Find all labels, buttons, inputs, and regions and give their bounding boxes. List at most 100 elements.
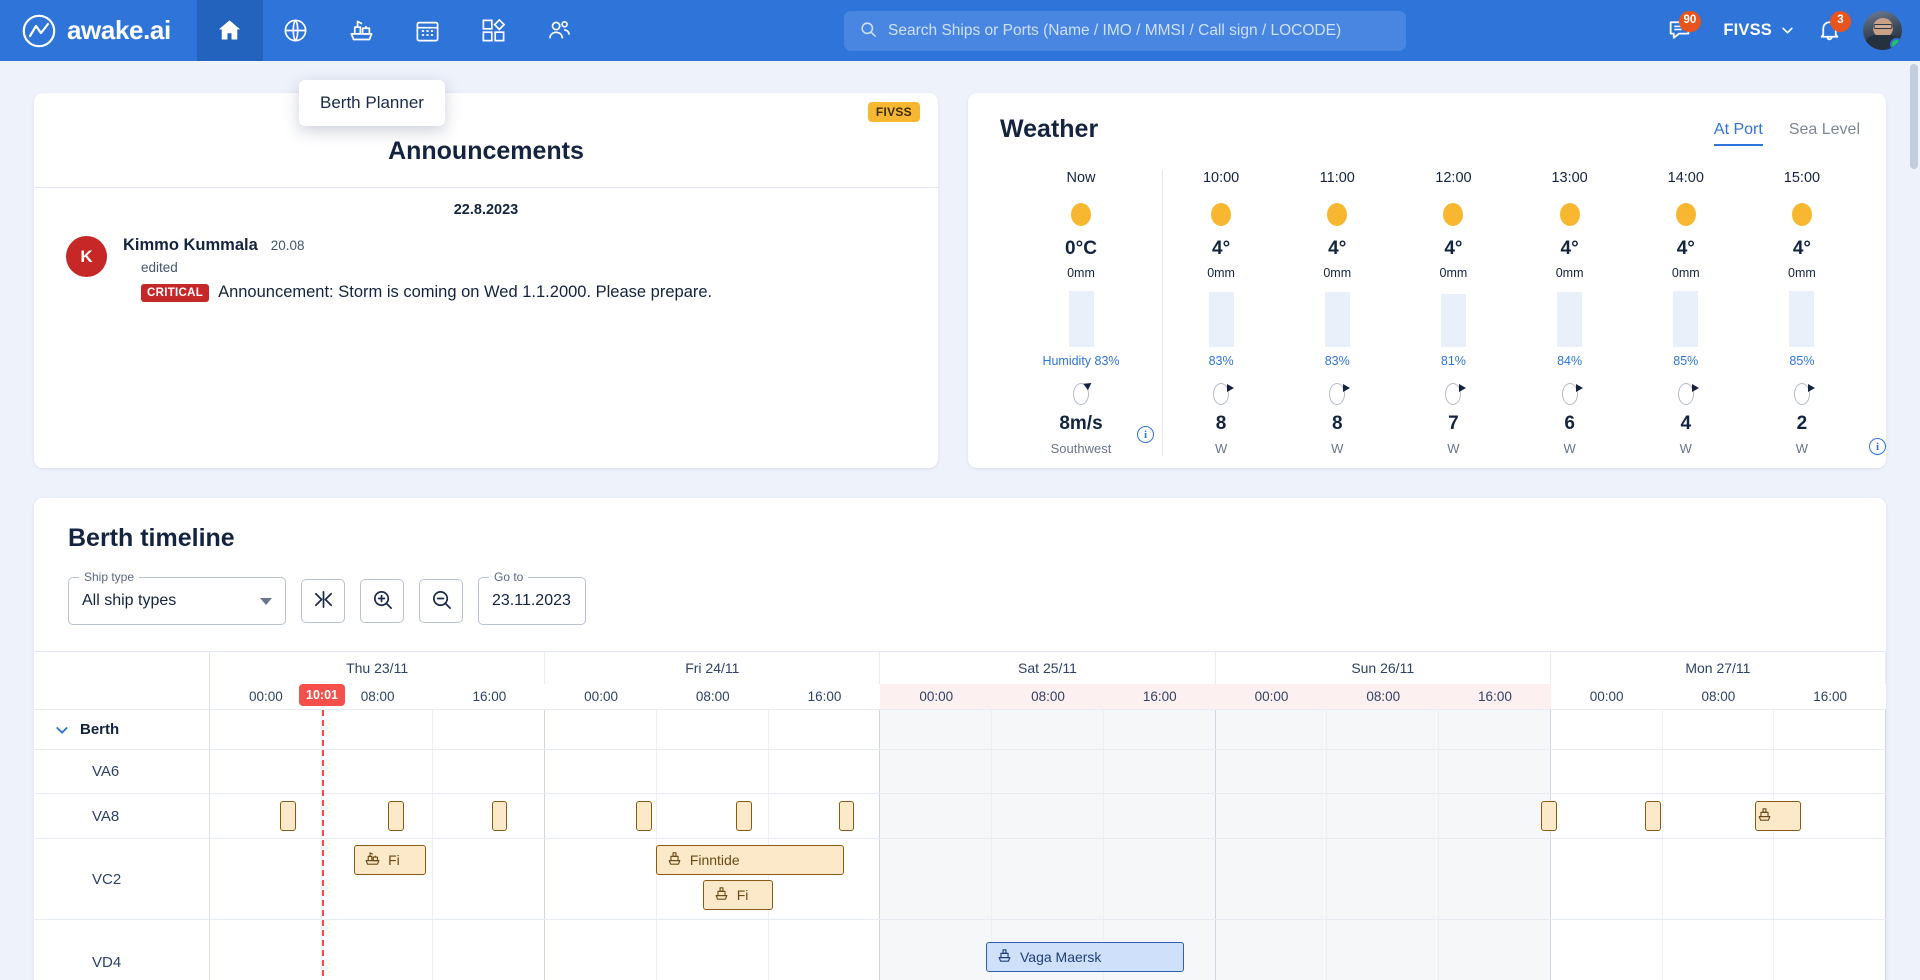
timeline-day-cell: Thu 23/11 bbox=[210, 652, 546, 684]
timeline-grid-cell bbox=[880, 920, 993, 980]
weather-header: Weather At Port Sea Level bbox=[1000, 115, 1860, 146]
page-scrollbar[interactable] bbox=[1908, 61, 1920, 980]
timeline-bar[interactable] bbox=[491, 801, 508, 831]
chevron-down-icon bbox=[54, 722, 70, 738]
timeline-grid-cell bbox=[1215, 839, 1328, 919]
timeline-bar[interactable] bbox=[280, 801, 297, 831]
tab-sea-level[interactable]: Sea Level bbox=[1789, 121, 1860, 146]
timeline-grid-cell bbox=[769, 794, 881, 838]
timeline-bar-label: Finntide bbox=[689, 852, 740, 868]
timeline-row-va8 bbox=[210, 794, 1886, 839]
timeline-bar-fi[interactable]: Fi bbox=[702, 880, 774, 910]
weather-now-precipitation: 0mm bbox=[1067, 266, 1095, 280]
fit-to-now-button[interactable] bbox=[301, 579, 345, 623]
timeline-day-header: Thu 23/11 Fri 24/11 Sat 25/11 Sun 26/11 Mon … bbox=[210, 652, 1886, 684]
timeline-bar[interactable] bbox=[1644, 801, 1661, 831]
timeline-bar[interactable] bbox=[387, 801, 404, 831]
announcements-card: FIVSS Announcements 22.8.2023 K Kimmo Ku… bbox=[34, 93, 938, 468]
announcement-message-line: CRITICAL Announcement: Storm is coming o… bbox=[123, 275, 712, 302]
timeline-grid-cell bbox=[1774, 920, 1886, 980]
timeline-row-label-vc2[interactable]: VC2 bbox=[34, 839, 209, 920]
ship-type-label: Ship type bbox=[79, 570, 140, 584]
timeline-grid-cell bbox=[880, 710, 993, 749]
timeline-grid-cell bbox=[1774, 750, 1886, 793]
timeline-bar-fi[interactable]: Fi bbox=[354, 845, 427, 875]
forecast-humidity: 85% bbox=[1673, 354, 1699, 368]
announcement-item[interactable]: K Kimmo Kummala 20.08 edited CRITICAL An… bbox=[34, 228, 938, 302]
timeline-grid-cell bbox=[1551, 750, 1663, 793]
timeline-bar[interactable] bbox=[1540, 801, 1557, 831]
ship-front-icon bbox=[666, 850, 683, 870]
timeline-bar[interactable] bbox=[736, 801, 753, 831]
timeline-bar[interactable] bbox=[838, 801, 855, 831]
timeline-bar-vaga-maersk[interactable]: Vaga Maersk bbox=[985, 942, 1184, 972]
weather-now-temperature: 0°C bbox=[1065, 238, 1097, 259]
timeline-grid-cell bbox=[880, 794, 993, 838]
timeline-hour-cell: 00:00 bbox=[584, 689, 618, 704]
berth-timeline-card: Berth timeline Ship type All ship types bbox=[34, 498, 1886, 980]
timeline-bar-finntide[interactable]: Finntide bbox=[655, 845, 844, 875]
timeline-grid-cell bbox=[545, 710, 657, 749]
timeline-grid-cell bbox=[1663, 920, 1775, 980]
ship-front-icon bbox=[713, 885, 730, 905]
weather-now-wind-direction: Southwest bbox=[1050, 441, 1112, 456]
timeline-group-berth[interactable]: Berth bbox=[34, 710, 209, 750]
timeline-grid-cell bbox=[880, 750, 993, 793]
timeline-grid-cell bbox=[657, 920, 769, 980]
timeline-row-label-va6[interactable]: VA6 bbox=[34, 750, 209, 794]
info-icon[interactable]: i bbox=[1137, 426, 1154, 443]
avatar-glasses bbox=[1873, 24, 1892, 29]
scrollbar-thumb[interactable] bbox=[1910, 64, 1918, 169]
timeline-grid-cell bbox=[1327, 710, 1440, 749]
timeline-row-label-va8[interactable]: VA8 bbox=[34, 794, 209, 839]
timeline-grid-cell bbox=[1439, 839, 1551, 919]
nav-globe[interactable] bbox=[263, 0, 329, 61]
announcement-date: 22.8.2023 bbox=[453, 202, 519, 218]
nav-calendar[interactable] bbox=[395, 0, 461, 61]
sun-icon bbox=[1791, 203, 1812, 226]
tab-at-port[interactable]: At Port bbox=[1713, 121, 1763, 146]
humidity-bar-track bbox=[1395, 285, 1511, 347]
timeline-grid-cell bbox=[1215, 794, 1328, 838]
notifications-button[interactable]: 3 bbox=[1807, 9, 1851, 53]
nav-berth-planner[interactable] bbox=[329, 0, 395, 61]
nav-people[interactable] bbox=[527, 0, 593, 61]
fivss-badge: FIVSS bbox=[867, 102, 920, 122]
humidity-bar-track bbox=[1744, 285, 1860, 347]
zoom-in-button[interactable] bbox=[360, 579, 404, 623]
messages-button[interactable]: 90 bbox=[1657, 9, 1702, 53]
ship-type-select[interactable]: Ship type All ship types bbox=[68, 570, 286, 625]
forecast-temperature: 4° bbox=[1676, 238, 1695, 259]
forecast-wind-direction: W bbox=[1214, 441, 1228, 456]
zoom-out-button[interactable] bbox=[419, 579, 463, 623]
ship-front-icon bbox=[1756, 806, 1773, 826]
wind-direction-icon bbox=[1789, 381, 1815, 407]
brand-logo-link[interactable]: awake.ai bbox=[0, 14, 197, 48]
goto-date-input[interactable]: Go to 23.11.2023 bbox=[478, 570, 586, 625]
timeline-bar[interactable] bbox=[635, 801, 652, 831]
nav-home[interactable] bbox=[196, 0, 263, 61]
timeline-row-label-vd4[interactable]: VD4 bbox=[34, 920, 209, 980]
timeline-gridlines bbox=[210, 750, 1886, 793]
weather-forecast-column: 12:00 4° 0mm 81% 7 W bbox=[1395, 170, 1511, 456]
timeline-grid-cell bbox=[1103, 839, 1216, 919]
wind-arrow bbox=[1459, 384, 1467, 392]
avatar[interactable] bbox=[1863, 11, 1902, 50]
humidity-bar bbox=[1440, 294, 1466, 347]
forecast-precipitation: 0mm bbox=[1323, 266, 1352, 280]
announcement-avatar: K bbox=[66, 236, 107, 277]
humidity-bar bbox=[1673, 291, 1699, 347]
organization-switcher[interactable]: FIVSS bbox=[1707, 21, 1801, 56]
timeline-row-berth bbox=[210, 710, 1886, 750]
timeline-grid-cell bbox=[1103, 794, 1216, 838]
timeline-grid-cell bbox=[992, 710, 1104, 749]
timeline-grid-cell bbox=[1327, 839, 1440, 919]
top-row: FIVSS Announcements 22.8.2023 K Kimmo Ku… bbox=[34, 93, 1886, 468]
timeline-bar[interactable] bbox=[1755, 801, 1801, 831]
search-input[interactable]: Search Ships or Ports (Name / IMO / MMSI… bbox=[844, 10, 1407, 51]
info-icon[interactable]: i bbox=[1869, 438, 1886, 455]
nav-apps[interactable] bbox=[461, 0, 527, 61]
timeline-grid-cell bbox=[322, 920, 434, 980]
timeline-grid-cell bbox=[1439, 710, 1551, 749]
timeline-grid-cell bbox=[992, 750, 1104, 793]
